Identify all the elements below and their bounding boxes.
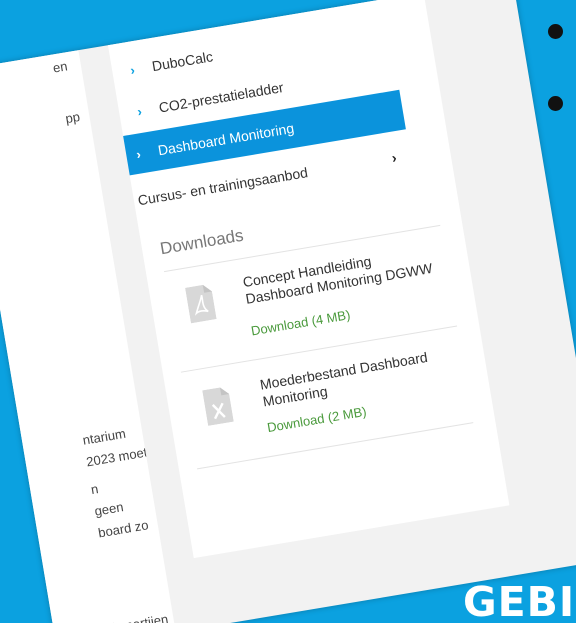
left-text-line: en	[51, 58, 69, 76]
chevron-right-icon: ›	[390, 149, 398, 166]
left-text-line: 2023 moet	[85, 444, 149, 470]
downloads-heading: Downloads	[158, 225, 245, 259]
nav-item-label: Dashboard Monitoring	[156, 119, 296, 159]
download-title: Concept Handleiding Dashboard Monitoring…	[241, 252, 434, 307]
left-text-line: en alle partijen	[83, 611, 169, 623]
chevron-right-icon: ›	[129, 61, 136, 78]
download-link[interactable]: Download (2 MB)	[266, 404, 368, 435]
webpage-screenshot: en pp ntarium 2023 moet n geen board zo …	[0, 0, 576, 623]
left-text-line: board zo	[97, 517, 150, 541]
nav-item-label: Cursus- en trainingsaanbod	[136, 164, 309, 209]
chevron-right-icon: ›	[136, 103, 143, 119]
nav-item-label: CO2-prestatieladder	[157, 78, 285, 116]
left-text-line: ntarium	[81, 425, 127, 448]
sidebar-card: › DuboCalc › CO2-prestatieladder › Dashb…	[107, 0, 510, 559]
pdf-file-icon	[185, 284, 217, 324]
left-text-line: geen	[93, 499, 125, 519]
chevron-right-icon: ›	[135, 145, 142, 162]
nav-item-label: DuboCalc	[150, 48, 214, 75]
bullet-point-1	[548, 24, 563, 39]
left-text-line: n	[89, 481, 100, 498]
left-text-line: pp	[64, 108, 82, 127]
excel-file-icon	[202, 387, 234, 426]
slide-bottom-text: GEBI	[463, 578, 576, 623]
bullet-point-2	[548, 96, 563, 111]
download-link[interactable]: Download (4 MB)	[250, 307, 352, 338]
presentation-slide: en pp ntarium 2023 moet n geen board zo …	[0, 0, 576, 623]
